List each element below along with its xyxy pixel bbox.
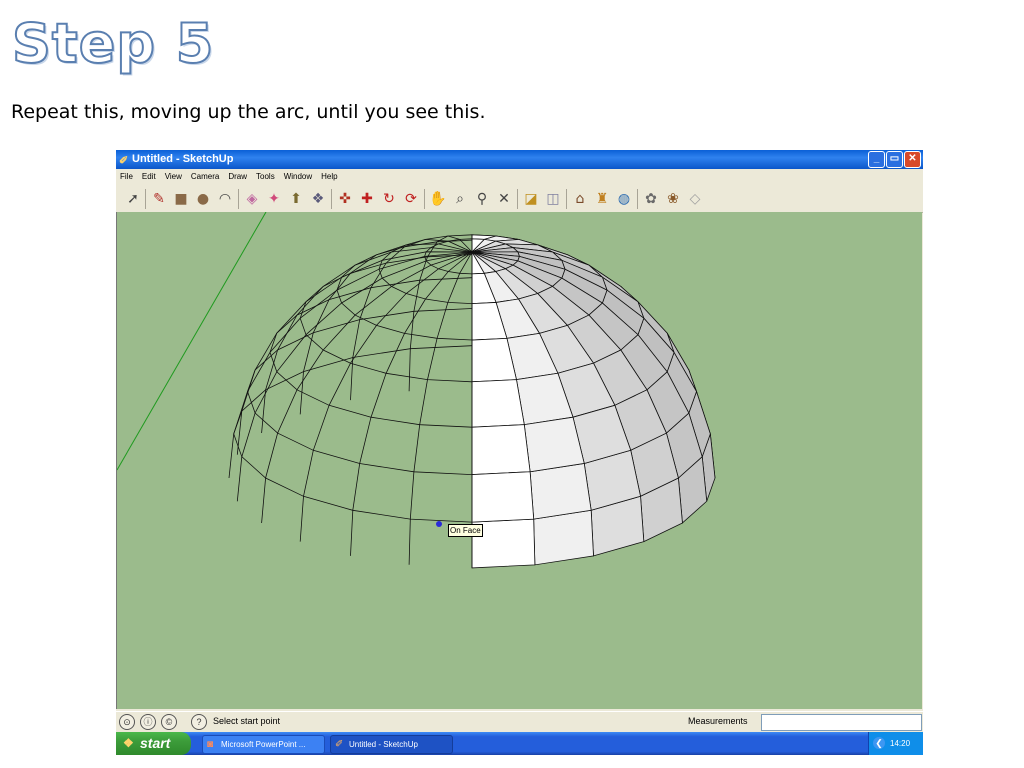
taskbar-item-powerpoint[interactable]: ◙ Microsoft PowerPoint ... [202,735,325,754]
measurements-input[interactable] [761,714,922,731]
paint-bucket-icon[interactable]: ✦ [264,189,284,209]
sketchup-window: ✐ Untitled - SketchUp _ ▭ ✕ File Edit View… [116,150,923,755]
move-icon[interactable]: ✜ [335,189,355,209]
menu-help[interactable]: Help [317,169,342,184]
geo-location-icon[interactable]: ⊙ [119,714,135,730]
toolbar-separator [424,189,425,209]
wire-edge [299,251,473,542]
circle-icon[interactable]: ● [193,189,213,209]
sphere-face [471,379,525,428]
pencil-icon[interactable]: ✎ [149,189,169,209]
slide-subtitle: Repeat this, moving up the arc, until yo… [11,101,486,123]
cube-icon[interactable]: ◇ [685,189,705,209]
menu-tools[interactable]: Tools [252,169,280,184]
slide-title: Step 5 [11,12,215,75]
maximize-button[interactable]: ▭ [886,151,903,168]
sketchup-icon: ✐ [335,739,344,750]
toolbar-separator [238,189,239,209]
windows-logo-icon: ❖ [123,736,134,750]
credits-icon[interactable]: ⓘ [140,714,156,730]
orbit-icon[interactable]: ↻ [379,189,399,209]
zoom-icon[interactable]: ⌕ [450,189,470,209]
component-icon[interactable]: ◪ [521,189,541,209]
sphere-face [471,424,531,476]
green-axis [117,212,267,471]
menu-bar: File Edit View Camera Draw Tools Window Help [116,169,923,184]
zoom-window-icon[interactable]: ⚲ [472,189,492,209]
hand-icon[interactable]: ✋ [428,189,448,209]
clock: 14:20 [890,739,911,748]
toolbar-separator [566,189,567,209]
measurements-label: Measurements [688,716,748,726]
start-label: start [140,735,171,751]
toolbar: ➚ ✎ ■ ● ◠ ◈ ✦ ⬆ ❖ ✜ ✚ ↻ ⟳ ✋ ⌕ ⚲ ✕ ◪ ◫ ⌂ … [116,185,923,213]
minimize-button[interactable]: _ [868,151,885,168]
status-bar: ⊙ ⓘ © ? Select start point Measurements [116,711,923,731]
sphere-face [523,416,585,473]
toolbar-separator [517,189,518,209]
menu-edit[interactable]: Edit [138,169,161,184]
menu-file[interactable]: File [116,169,138,184]
help-icon[interactable]: ? [191,714,207,730]
hemisphere-drawing [117,212,716,569]
wire-edge [228,251,473,479]
wire-edge [378,234,473,304]
get-models-icon[interactable]: ✿ [641,189,661,209]
walk-icon[interactable]: ♜ [592,189,612,209]
menu-draw[interactable]: Draw [224,169,252,184]
taskbar: ❖ start ◙ Microsoft PowerPoint ... ✐ Unt… [116,732,923,755]
pan-icon[interactable]: ⟳ [401,189,421,209]
title-bar[interactable]: ✐ Untitled - SketchUp _ ▭ ✕ [116,150,923,169]
on-face-tooltip: On Face [448,524,483,537]
system-tray: ❮ 14:20 [868,732,923,755]
powerpoint-icon: ◙ [207,739,214,750]
section-icon[interactable]: ◫ [543,189,563,209]
chevron-left-icon[interactable]: ❮ [873,737,885,749]
inference-point [436,521,442,527]
wire-edge [236,251,473,502]
toolbar-separator [637,189,638,209]
window-title: Untitled - SketchUp [132,153,234,165]
follow-me-icon[interactable]: ❖ [308,189,328,209]
wire-edge [336,239,473,341]
share-model-icon[interactable]: ❀ [663,189,683,209]
start-button[interactable]: ❖ start [116,732,191,755]
select-icon[interactable]: ➚ [123,189,143,209]
toolbar-separator [145,189,146,209]
wire-edge [350,238,473,401]
wire-edge [269,277,473,428]
push-pull-icon[interactable]: ⬆ [286,189,306,209]
rotate-icon[interactable]: ✚ [357,189,377,209]
warehouse-icon[interactable]: ⌂ [570,189,590,209]
sphere-face [529,462,592,520]
hemisphere-model [228,234,716,569]
globe-icon[interactable]: ◍ [614,189,634,209]
menu-window[interactable]: Window [280,169,317,184]
eraser-icon[interactable]: ◈ [242,189,262,209]
menu-camera[interactable]: Camera [187,169,224,184]
user-icon[interactable]: © [161,714,177,730]
toolbar-separator [331,189,332,209]
drawing-viewport[interactable]: On Face [116,212,922,709]
wire-edge [236,251,473,455]
sphere-face [533,509,594,566]
taskbar-item-sketchup[interactable]: ✐ Untitled - SketchUp [330,735,453,754]
wire-edge [233,345,473,523]
arc-icon[interactable]: ◠ [215,189,235,209]
zoom-extents-icon[interactable]: ✕ [494,189,514,209]
rectangle-icon[interactable]: ■ [171,189,191,209]
sphere-face [471,471,535,523]
wire-edge [408,251,473,565]
wire-edge [261,251,473,524]
taskbar-item-label: Untitled - SketchUp [349,740,418,749]
status-hint: Select start point [213,716,281,726]
close-button[interactable]: ✕ [904,151,921,168]
taskbar-item-label: Microsoft PowerPoint ... [221,740,306,749]
menu-view[interactable]: View [161,169,187,184]
